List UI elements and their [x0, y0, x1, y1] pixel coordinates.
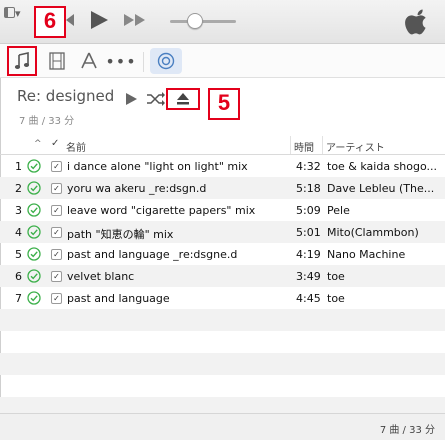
column-divider [322, 136, 323, 154]
table-row[interactable]: 1 ✓ i dance alone "light on light" mix 4:32… [0, 155, 445, 177]
more-icon[interactable]: ••• [105, 48, 135, 74]
volume-knob[interactable] [187, 13, 203, 29]
track-artist: Dave Lebleu (The... [327, 182, 435, 195]
header-check[interactable]: ✓ [51, 138, 59, 149]
track-artist: toe [327, 292, 345, 305]
film-icon[interactable] [44, 48, 70, 74]
apple-logo-icon [405, 9, 426, 35]
track-artist: Nano Machine [327, 248, 406, 261]
track-number: 6 [15, 270, 22, 283]
player-toolbar: ▾ 6 [0, 0, 445, 44]
playlist-summary: 7 曲 / 33 分 [19, 116, 75, 127]
track-number: 5 [15, 248, 22, 261]
track-checkbox[interactable]: ✓ [51, 183, 62, 194]
sidebar-menu-icon[interactable]: ▾ [4, 6, 24, 20]
table-row[interactable]: 5 ✓ past and language _re:dsgne.d 4:19 Nano … [0, 243, 445, 265]
empty-row [0, 309, 445, 331]
music-note-icon[interactable] [7, 46, 37, 76]
callout-5: 5 [208, 88, 240, 120]
sync-check-icon [27, 181, 41, 195]
eject-button[interactable] [166, 88, 200, 110]
sync-check-icon [27, 203, 41, 217]
next-icon[interactable] [122, 12, 150, 28]
header-time[interactable]: 時間 [294, 139, 314, 154]
table-row[interactable]: 3 ✓ leave word "cigarette papers" mix 5:09 P… [0, 199, 445, 221]
empty-row [0, 331, 445, 353]
playlist-play-icon[interactable] [124, 92, 138, 106]
track-time: 5:18 [296, 182, 321, 195]
device-icon[interactable] [150, 48, 182, 74]
volume-slider[interactable] [170, 13, 236, 29]
track-artist: Mito(Clammbon) [327, 226, 419, 239]
media-kind-bar: ••• [0, 44, 445, 78]
track-number: 4 [15, 226, 22, 239]
sync-check-icon [27, 291, 41, 305]
header-artist[interactable]: アーティスト [326, 139, 385, 154]
table-row[interactable]: 2 ✓ yoru wa akeru _re:dsgn.d 5:18 Dave Leble… [0, 177, 445, 199]
track-checkbox[interactable]: ✓ [51, 227, 62, 238]
track-number: 7 [15, 292, 22, 305]
status-text: 7 曲 / 33 分 [379, 425, 435, 436]
track-name: yoru wa akeru _re:dsgn.d [67, 182, 207, 195]
empty-row [0, 353, 445, 375]
sync-check-icon [27, 225, 41, 239]
track-list: 1 ✓ i dance alone "light on light" mix 4:32… [0, 155, 445, 419]
app-store-icon[interactable] [76, 48, 102, 74]
separator [143, 52, 144, 72]
table-row[interactable]: 6 ✓ velvet blanc 3:49 toe [0, 265, 445, 287]
status-bar: 7 曲 / 33 分 [0, 413, 445, 440]
track-checkbox[interactable]: ✓ [51, 249, 62, 260]
volume-track [170, 20, 236, 23]
track-number: 3 [15, 204, 22, 217]
track-artist: toe & kaida shogo... [327, 160, 437, 173]
track-number: 2 [15, 182, 22, 195]
table-row[interactable]: 4 ✓ path "知恵の輪" mix 5:01 Mito(Clammbon) [0, 221, 445, 243]
track-checkbox[interactable]: ✓ [51, 161, 62, 172]
column-divider [290, 136, 291, 154]
play-icon[interactable] [88, 10, 110, 30]
track-name: path "知恵の輪" mix [67, 228, 174, 241]
track-name: velvet blanc [67, 270, 135, 283]
track-time: 4:45 [296, 292, 321, 305]
sync-check-icon [27, 269, 41, 283]
playlist-title: Re: designed [17, 87, 115, 105]
table-header: ^ ✓ 名前 時間 アーティスト [0, 136, 445, 155]
eject-icon [177, 93, 189, 105]
track-name: past and language [67, 292, 170, 305]
track-checkbox[interactable]: ✓ [51, 205, 62, 216]
track-checkbox[interactable]: ✓ [51, 271, 62, 282]
header-name[interactable]: 名前 [66, 139, 86, 154]
sync-check-icon [27, 247, 41, 261]
track-time: 5:01 [296, 226, 321, 239]
track-checkbox[interactable]: ✓ [51, 293, 62, 304]
track-time: 5:09 [296, 204, 321, 217]
callout-6: 6 [34, 6, 66, 38]
track-number: 1 [15, 160, 22, 173]
track-time: 4:32 [296, 160, 321, 173]
track-table: ^ ✓ 名前 時間 アーティスト 1 ✓ i dance alone "light … [0, 136, 445, 419]
sort-indicator-icon[interactable]: ^ [34, 139, 42, 149]
track-name: i dance alone "light on light" mix [67, 160, 248, 173]
table-row[interactable]: 7 ✓ past and language 4:45 toe [0, 287, 445, 309]
track-artist: Pele [327, 204, 350, 217]
track-time: 3:49 [296, 270, 321, 283]
shuffle-icon[interactable] [146, 91, 166, 107]
track-time: 4:19 [296, 248, 321, 261]
track-name: leave word "cigarette papers" mix [67, 204, 256, 217]
track-name: past and language _re:dsgne.d [67, 248, 238, 261]
sync-check-icon [27, 159, 41, 173]
empty-row [0, 375, 445, 397]
track-artist: toe [327, 270, 345, 283]
